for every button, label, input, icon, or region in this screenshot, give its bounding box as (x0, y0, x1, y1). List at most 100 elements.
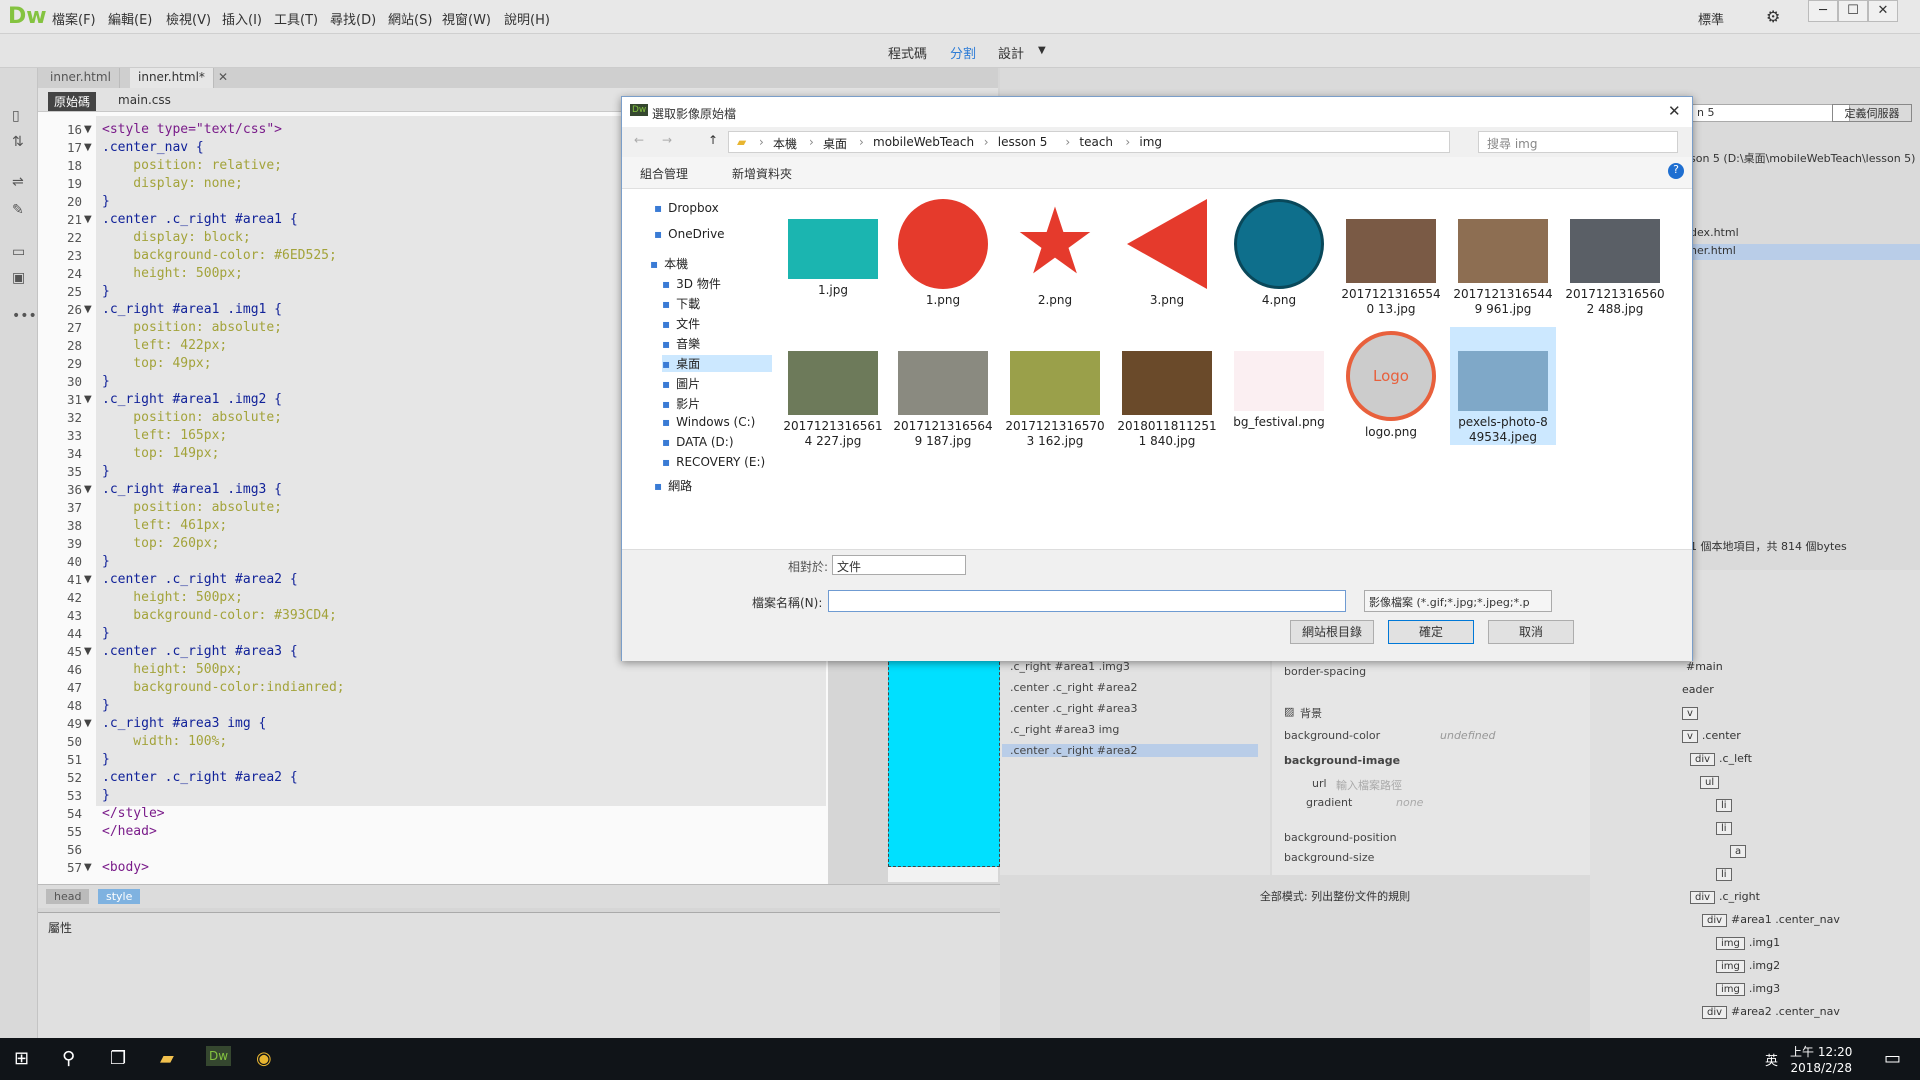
file-item[interactable]: bg_festival.png (1226, 327, 1332, 430)
code-line[interactable]: .c_right #area3 img { (102, 716, 266, 731)
fold-arrow-icon[interactable]: ▼ (84, 862, 92, 873)
css-rule[interactable]: .center .c_right #area3 (1010, 702, 1138, 715)
code-line[interactable]: top: 260px; (102, 536, 219, 551)
code-line[interactable]: } (102, 464, 110, 479)
dom-node[interactable]: a (1730, 844, 1750, 858)
code-line[interactable]: position: absolute; (102, 410, 282, 425)
define-server-button[interactable]: 定義伺服器 (1832, 104, 1912, 122)
tab-inner-html[interactable]: inner.html (42, 68, 120, 88)
windows-start-icon[interactable]: ⊞ (14, 1048, 29, 1069)
fold-arrow-icon[interactable]: ▼ (84, 484, 92, 495)
menu-item[interactable]: 說明(H) (504, 9, 550, 28)
nav-item[interactable]: ▪ RECOVERY (E:) (662, 455, 765, 469)
tag-head[interactable]: head (46, 889, 90, 904)
close-icon[interactable]: ✕ (210, 68, 236, 88)
file-item[interactable]: ★ 2.png (1002, 195, 1108, 308)
dreamweaver-taskbar-icon[interactable]: Dw (206, 1046, 232, 1066)
breadcrumb-item[interactable]: mobileWebTeach (873, 135, 974, 149)
fold-arrow-icon[interactable]: ▼ (84, 394, 92, 405)
code-line[interactable]: width: 100%; (102, 734, 227, 749)
ok-button[interactable]: 確定 (1388, 620, 1474, 644)
relative-select[interactable]: 文件 (832, 555, 966, 575)
file-item[interactable]: pexels-photo-8 49534.jpeg (1450, 327, 1556, 445)
css-rule[interactable]: .center .c_right #area2 (1002, 744, 1258, 757)
code-line[interactable]: .center .c_right #area1 { (102, 212, 298, 227)
ime-indicator[interactable]: 英 (1765, 1050, 1778, 1069)
code-line[interactable]: position: relative; (102, 158, 282, 173)
dom-node[interactable]: li (1716, 821, 1736, 835)
fold-arrow-icon[interactable]: ▼ (84, 142, 92, 153)
code-line[interactable]: left: 422px; (102, 338, 227, 353)
file-index[interactable]: dex.html (1690, 226, 1739, 239)
file-item[interactable]: 20171213165614 227.jpg (780, 327, 886, 449)
file-icon[interactable]: ▯ (12, 108, 20, 124)
dom-node[interactable]: ul (1700, 775, 1723, 789)
breadcrumb-item[interactable]: 本機 (773, 135, 797, 152)
nav-item[interactable]: ▪ 下載 (662, 295, 700, 312)
gear-icon[interactable]: ⚙ (1766, 7, 1780, 26)
nav-item[interactable]: ▪ 影片 (662, 395, 700, 412)
tab-inner-html-modified[interactable]: inner.html* (130, 68, 214, 88)
comment-icon[interactable]: ▭ (12, 244, 25, 260)
code-line[interactable]: position: absolute; (102, 500, 282, 515)
brush-icon[interactable]: ✎ (12, 202, 24, 218)
search-input[interactable]: 搜尋 img (1478, 131, 1678, 153)
nav-item[interactable]: ▪ 音樂 (662, 335, 700, 352)
code-line[interactable]: left: 461px; (102, 518, 227, 533)
dom-node[interactable]: div .c_right (1690, 890, 1760, 904)
menu-item[interactable]: 尋找(D) (330, 9, 376, 28)
file-explorer-icon[interactable]: ▰ (160, 1048, 174, 1069)
close-button[interactable]: ✕ (1868, 0, 1898, 22)
dom-node[interactable]: #main (1686, 660, 1723, 673)
dom-node[interactable]: img .img2 (1716, 959, 1780, 973)
nav-item[interactable]: ▪ 3D 物件 (662, 275, 721, 292)
format-icon[interactable]: ⇌ (12, 174, 24, 190)
code-line[interactable]: <style type="text/css"> (102, 122, 282, 137)
maximize-button[interactable]: ☐ (1838, 0, 1868, 22)
main-css-link[interactable]: main.css (118, 93, 171, 107)
menu-item[interactable]: 插入(I) (222, 9, 262, 28)
dom-node[interactable]: div #area2 .center_nav (1702, 1005, 1840, 1019)
bgcolor-value[interactable]: undefined (1440, 729, 1496, 742)
code-line[interactable]: } (102, 788, 110, 803)
tag-style[interactable]: style (98, 889, 141, 904)
file-item[interactable]: 20171213165602 488.jpg (1562, 195, 1668, 317)
code-line[interactable]: } (102, 752, 110, 767)
fold-arrow-icon[interactable]: ▼ (84, 718, 92, 729)
nav-item[interactable]: ▪ 本機 (650, 255, 688, 272)
code-line[interactable]: } (102, 626, 110, 641)
menu-item[interactable]: 編輯(E) (108, 9, 152, 28)
new-folder-button[interactable]: 新增資料夾 (732, 165, 792, 182)
nav-item[interactable]: ▪ 網路 (654, 477, 692, 494)
task-view-icon[interactable]: ❐ (110, 1048, 126, 1069)
dom-node[interactable]: img .img1 (1716, 936, 1780, 950)
file-item[interactable]: 20171213165649 187.jpg (890, 327, 996, 449)
code-line[interactable]: </head> (102, 824, 157, 839)
code-line[interactable]: .center .c_right #area2 { (102, 770, 298, 785)
nav-item[interactable]: ▪ 桌面 (662, 355, 780, 372)
code-line[interactable]: .c_right #area1 .img2 { (102, 392, 282, 407)
split-view-button[interactable]: 分割 (950, 43, 976, 62)
code-line[interactable]: .center .c_right #area3 { (102, 644, 298, 659)
forward-icon[interactable]: → (662, 133, 672, 147)
css-rule[interactable]: .c_right #area3 img (1010, 723, 1119, 736)
site-select[interactable]: n 5 (1690, 104, 1850, 122)
code-line[interactable]: </style> (102, 806, 165, 821)
dom-node[interactable]: v (1682, 706, 1702, 720)
code-line[interactable]: } (102, 374, 110, 389)
url-input[interactable]: 輸入檔案路徑 (1336, 777, 1402, 793)
nav-item[interactable]: ▪ DATA (D:) (662, 435, 734, 449)
code-line[interactable]: background-color:indianred; (102, 680, 344, 695)
code-line[interactable]: background-color: #6ED525; (102, 248, 337, 263)
dom-node[interactable]: div #area1 .center_nav (1702, 913, 1840, 927)
fold-arrow-icon[interactable]: ▼ (84, 214, 92, 225)
dom-node[interactable]: li (1716, 867, 1736, 881)
filetype-select[interactable]: 影像檔案 (*.gif;*.jpg;*.jpeg;*.p (1364, 590, 1552, 612)
sort-icon[interactable]: ⇅ (12, 134, 24, 150)
gradient-value[interactable]: none (1396, 796, 1423, 809)
code-line[interactable]: height: 500px; (102, 662, 243, 677)
code-line[interactable]: .center_nav { (102, 140, 204, 155)
design-view-button[interactable]: 設計 (998, 43, 1024, 62)
menu-item[interactable]: 檔案(F) (52, 9, 96, 28)
code-view-button[interactable]: 程式碼 (888, 43, 927, 62)
